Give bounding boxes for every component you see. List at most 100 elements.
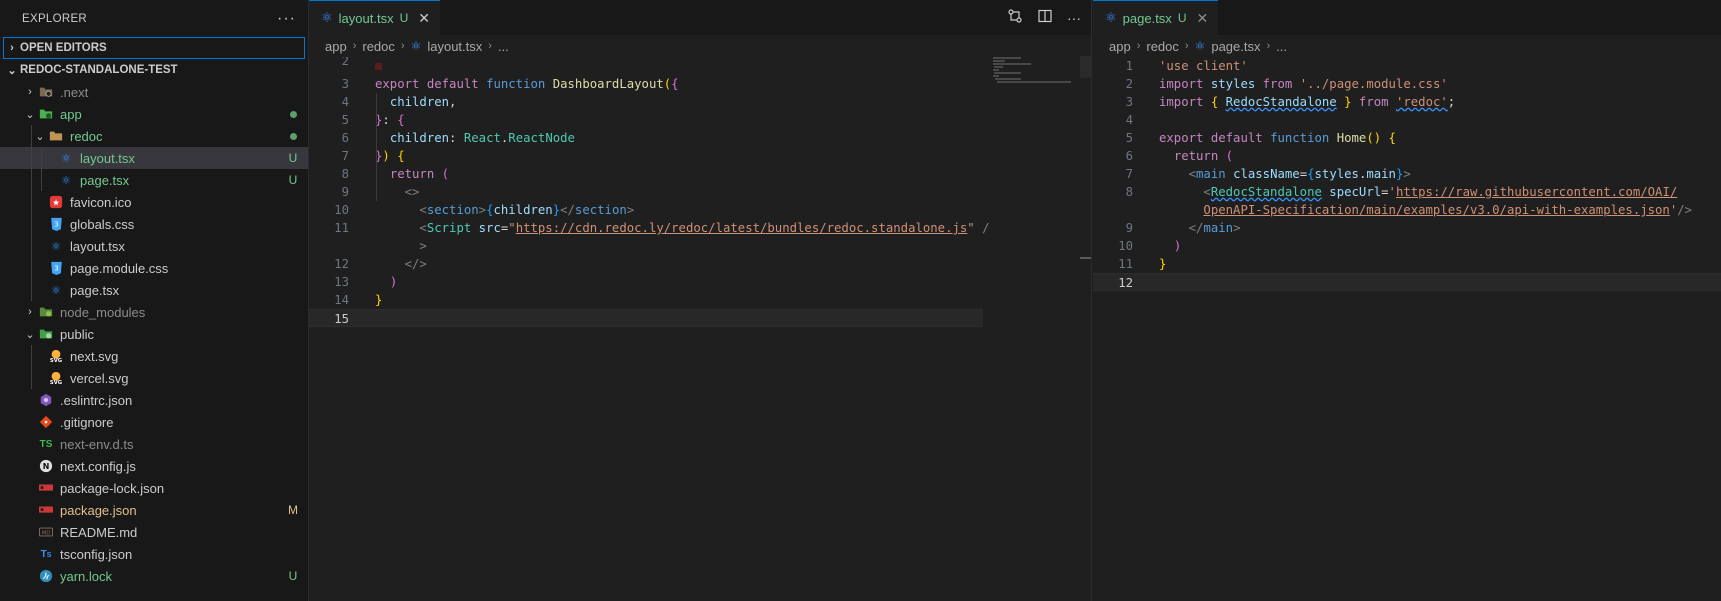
tree-item[interactable]: ⚛ page.tsx U [0,169,308,191]
indent-guide [31,147,32,169]
tree-item[interactable]: 3 page.module.css [0,257,308,279]
line-number: 8 [1125,185,1133,199]
react-icon: ⚛ [1105,10,1117,25]
tab-page-tsx[interactable]: ⚛ page.tsx U ✕ [1093,0,1219,35]
tree-item[interactable]: package-lock.json [0,477,308,499]
code-editor-left[interactable]: 2 3 export default function DashboardLayo… [309,57,1091,327]
tree-item[interactable]: SVG vercel.svg [0,367,308,389]
line-number: 3 [1125,95,1133,109]
tree-item-label: .gitignore [60,414,114,430]
breadcrumb-item[interactable]: page.tsx [1211,39,1260,54]
git-icon [38,414,54,430]
tree-item[interactable]: SVG next.svg [0,345,308,367]
code-line-current: 15 [309,309,983,327]
open-editors-section[interactable]: › OPEN EDITORS [3,37,305,59]
tree-item[interactable]: .eslintrc.json [0,389,308,411]
breadcrumb-item[interactable]: redoc [1146,39,1179,54]
indent-guide [31,235,32,257]
tree-item-label: public [60,326,94,342]
close-icon[interactable]: ✕ [418,10,430,27]
line-number: 2 [1125,77,1133,91]
folder-icon [38,106,54,122]
tab-layout-tsx[interactable]: ⚛ layout.tsx U ✕ [309,0,440,35]
explorer-sidebar: EXPLORER ··· › OPEN EDITORS ⌄ REDOC-STAN… [0,0,309,601]
tree-item-label: globals.css [70,216,135,232]
tree-item[interactable]: 3 globals.css [0,213,308,235]
indent-guide [31,125,32,147]
tab-label: page.tsx [1122,10,1172,26]
code-line: 3 import { RedocStandalone } from 'redoc'… [1093,93,1721,111]
breadcrumb-item[interactable]: ... [1276,39,1287,54]
chevron-down-icon: ⌄ [7,64,17,77]
code-line: 10 <section>{children}</section> [309,201,1091,219]
css-icon: 3 [48,260,64,276]
svg-text:SVG: SVG [50,380,62,385]
tree-item-label: page.tsx [70,282,120,298]
tree-item[interactable]: ⌄ public [0,323,308,345]
tsconfig-icon: TS [40,548,52,560]
tree-item[interactable]: MD README.md [0,521,308,543]
project-section[interactable]: ⌄ REDOC-STANDALONE-TEST [0,59,308,81]
line-number: 1 [1125,59,1133,73]
tree-item[interactable]: Nnext.config.js [0,455,308,477]
compare-changes-icon[interactable] [1007,8,1023,27]
tree-item[interactable]: ★ favicon.ico [0,191,308,213]
tree-item[interactable]: TS tsconfig.json [0,543,308,565]
breadcrumb-item[interactable]: app [325,39,347,54]
tab-bar-right: ⚛ page.tsx U ✕ [1093,0,1721,35]
chevron-down-icon[interactable]: ⌄ [22,108,38,121]
svg-text:3: 3 [54,265,58,273]
ts-icon: TS [39,438,53,450]
react-icon: ⚛ [321,10,333,25]
open-editors-label: OPEN EDITORS [20,42,107,54]
tree-item[interactable]: yarn.lock U [0,565,308,587]
chevron-right-icon[interactable]: › [22,86,38,98]
line-number [1093,201,1133,219]
code-line: 7 <main className={styles.main}> [1093,165,1721,183]
tree-item[interactable]: .gitignore [0,411,308,433]
tree-item[interactable]: ⌄ redoc [0,125,308,147]
code-line: OpenAPI-Specification/main/examples/v3.0… [1093,201,1721,219]
line-number: 6 [341,131,349,145]
breadcrumb-item[interactable]: app [1109,39,1131,54]
tree-item[interactable]: › node_modules [0,301,308,323]
minimap-left[interactable] [991,56,1071,96]
chevron-right-icon: › [352,40,357,52]
scrollbar-thumb[interactable] [1080,56,1091,78]
tree-item-label: page.tsx [80,172,130,188]
chevron-right-icon: › [1184,40,1189,52]
chevron-down-icon[interactable]: ⌄ [22,328,38,341]
tree-item[interactable]: › .next [0,81,308,103]
tab-bar-left: ⚛ layout.tsx U ✕ ··· [309,0,1091,35]
chevron-down-icon[interactable]: ⌄ [32,130,48,143]
tree-item[interactable]: ⌄ app [0,103,308,125]
svg-text:SVG: SVG [50,358,62,363]
modified-dot-icon [289,111,297,118]
code-line: 2 import styles from '../page.module.css' [1093,75,1721,93]
breadcrumb-item[interactable]: redoc [362,39,395,54]
folder-icon [48,128,64,144]
code-editor-right[interactable]: 1'use client' 2 import styles from '../pa… [1093,57,1721,291]
tree-item[interactable]: ⚛ layout.tsx U [0,147,308,169]
code-line: 3 export default function DashboardLayout… [309,75,1091,93]
close-icon[interactable]: ✕ [1196,10,1208,27]
tree-item[interactable]: package.json M [0,499,308,521]
line-number: 2 [341,57,349,66]
git-status-badge: U [288,151,298,165]
code-line: 10 ) [1093,237,1721,255]
tree-item[interactable]: TS next-env.d.ts [0,433,308,455]
breadcrumb-item[interactable]: layout.tsx [427,39,482,54]
svg-text:★: ★ [52,199,60,209]
tree-item[interactable]: ⚛ page.tsx [0,279,308,301]
split-editor-icon[interactable] [1037,8,1053,27]
chevron-right-icon[interactable]: › [22,306,38,318]
modified-dot-icon [289,133,297,140]
breadcrumb-right: app › redoc › ⚛ page.tsx › ... [1093,35,1721,57]
more-actions-icon[interactable]: ··· [1067,10,1081,26]
line-number: 12 [1118,276,1133,290]
tree-item[interactable]: ⚛ layout.tsx [0,235,308,257]
breadcrumb-item[interactable]: ... [498,39,509,54]
ellipsis-icon[interactable]: ··· [277,10,296,28]
svg-icon: SVG [48,370,64,386]
react-icon: ⚛ [1194,39,1206,53]
